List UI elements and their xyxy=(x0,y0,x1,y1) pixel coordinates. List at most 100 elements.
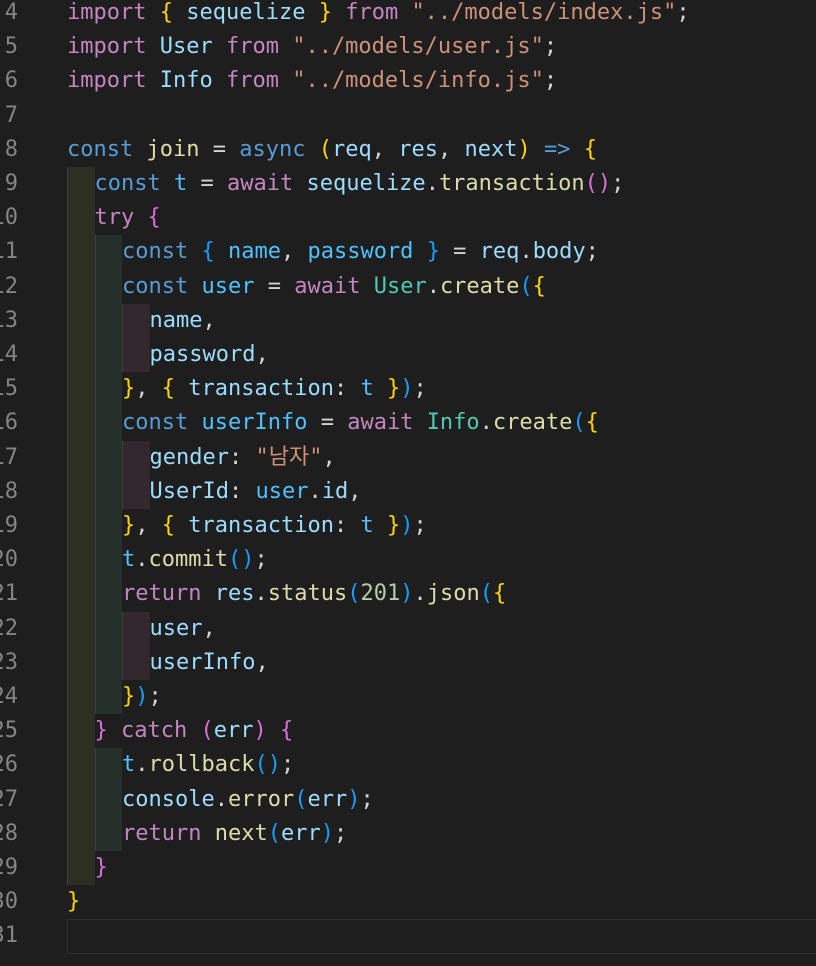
code-token: . xyxy=(479,410,493,436)
code-token: name xyxy=(227,239,281,265)
code-token: } xyxy=(386,513,401,538)
code-token: = xyxy=(187,171,227,196)
code-line[interactable]: 17 gender: "남자", xyxy=(0,440,816,475)
code-token: . xyxy=(413,581,427,607)
code-token: const xyxy=(122,239,189,265)
code-token: () xyxy=(584,171,612,196)
code-token: "../models/info.js" xyxy=(292,68,544,94)
indent-guide xyxy=(94,372,122,407)
code-text: } catch (err) { xyxy=(95,714,294,748)
code-token: } xyxy=(426,239,440,265)
indent-guide xyxy=(122,611,150,646)
code-line[interactable]: 25} catch (err) { xyxy=(0,714,816,749)
code-token: . xyxy=(426,273,440,299)
line-number: 16 xyxy=(0,410,18,436)
code-line[interactable]: 27 console.error(err); xyxy=(0,782,816,817)
code-line[interactable]: 16 const userInfo = await Info.create({ xyxy=(0,406,816,441)
code-line[interactable]: 26 t.rollback(); xyxy=(0,748,816,783)
code-token: from xyxy=(345,0,399,25)
code-token: t xyxy=(360,513,374,538)
code-token: catch xyxy=(121,718,188,744)
code-token: . xyxy=(214,786,228,812)
indent-guide xyxy=(67,201,95,236)
code-token: , xyxy=(371,136,399,162)
code-line[interactable]: 13 name, xyxy=(0,303,816,338)
code-token: return xyxy=(122,820,202,846)
indent-guide xyxy=(94,269,122,304)
code-line[interactable]: 6 import Info from "../models/info.js"; xyxy=(0,64,816,98)
indent-guide xyxy=(94,748,122,783)
code-line[interactable]: 23 userInfo, xyxy=(0,645,816,680)
code-token: } xyxy=(122,376,136,402)
indent-guide xyxy=(94,611,122,646)
code-token: = xyxy=(439,239,480,265)
indent-guide xyxy=(67,474,95,509)
code-text: return res.status(201).json({ xyxy=(122,577,506,611)
line-number: 10 xyxy=(0,205,18,231)
code-line[interactable]: 21return res.status(201).json({ xyxy=(0,577,816,612)
code-token: await xyxy=(294,273,361,299)
code-line[interactable]: 11 const { name, password } = req.body; xyxy=(0,235,816,270)
indent-guide xyxy=(67,645,95,680)
code-line[interactable]: 5 import User from "../models/user.js"; xyxy=(0,30,816,64)
indent-guide xyxy=(94,235,122,270)
code-token: await xyxy=(347,410,414,436)
code-line[interactable]: 14 password, xyxy=(0,338,816,373)
code-line[interactable]: 30} xyxy=(0,885,816,919)
code-line[interactable]: 10 try { xyxy=(0,201,816,236)
code-token: body xyxy=(532,239,586,265)
code-token: create xyxy=(492,410,573,436)
code-line[interactable]: 20 t.commit(); xyxy=(0,543,816,578)
line-number: 9 xyxy=(4,171,18,196)
code-line[interactable]: 15 }, { transaction: t }); xyxy=(0,372,816,407)
line-number: 15 xyxy=(0,376,18,402)
code-token: res xyxy=(398,136,438,162)
code-token: password xyxy=(307,239,414,265)
line-number: 11 xyxy=(0,239,18,265)
code-token: ( xyxy=(294,786,308,812)
code-token: transaction xyxy=(188,376,334,402)
code-token: , xyxy=(202,615,216,641)
code-token: User xyxy=(159,34,213,60)
code-token: req xyxy=(331,136,372,162)
code-token: ; xyxy=(585,239,599,265)
code-line[interactable]: 24}); xyxy=(0,680,816,715)
code-token: . xyxy=(519,239,533,265)
code-token: { xyxy=(585,410,599,436)
code-token: 201 xyxy=(360,581,401,607)
code-token: user xyxy=(201,273,255,299)
code-token: try xyxy=(94,205,135,231)
code-token: } xyxy=(122,684,136,709)
code-token: t xyxy=(122,752,136,778)
indent-guide xyxy=(67,748,95,783)
line-number: 14 xyxy=(0,342,18,367)
code-token: ) xyxy=(400,513,414,538)
code-line[interactable]: 18 UserId: user.id, xyxy=(0,474,816,509)
code-line[interactable]: 28 return next(err); xyxy=(0,816,816,851)
code-editor[interactable]: 4 import { sequelize } from "../models/in… xyxy=(0,0,816,966)
code-line[interactable]: 22 user, xyxy=(0,611,816,646)
code-line[interactable]: 29} xyxy=(0,851,816,886)
code-line[interactable]: 12 const user = await User.create({ xyxy=(0,269,816,304)
code-text: } xyxy=(67,885,80,919)
code-text: }, { transaction: t }); xyxy=(122,372,427,406)
indent-guide xyxy=(122,645,150,680)
code-line[interactable]: 31 xyxy=(0,919,816,954)
code-line[interactable]: 7 xyxy=(0,99,816,133)
code-token: } xyxy=(122,513,136,538)
code-token: , xyxy=(322,444,336,470)
code-line[interactable]: 4 import { sequelize } from "../models/in… xyxy=(0,0,816,30)
code-line[interactable]: 8 const join = async (req, res, next) => … xyxy=(0,133,816,167)
indent-guide xyxy=(67,406,95,441)
line-number: 26 xyxy=(0,752,18,778)
code-line[interactable]: 19}, { transaction: t }); xyxy=(0,509,816,544)
code-line[interactable]: 9 const t = await sequelize.transaction()… xyxy=(0,167,816,202)
